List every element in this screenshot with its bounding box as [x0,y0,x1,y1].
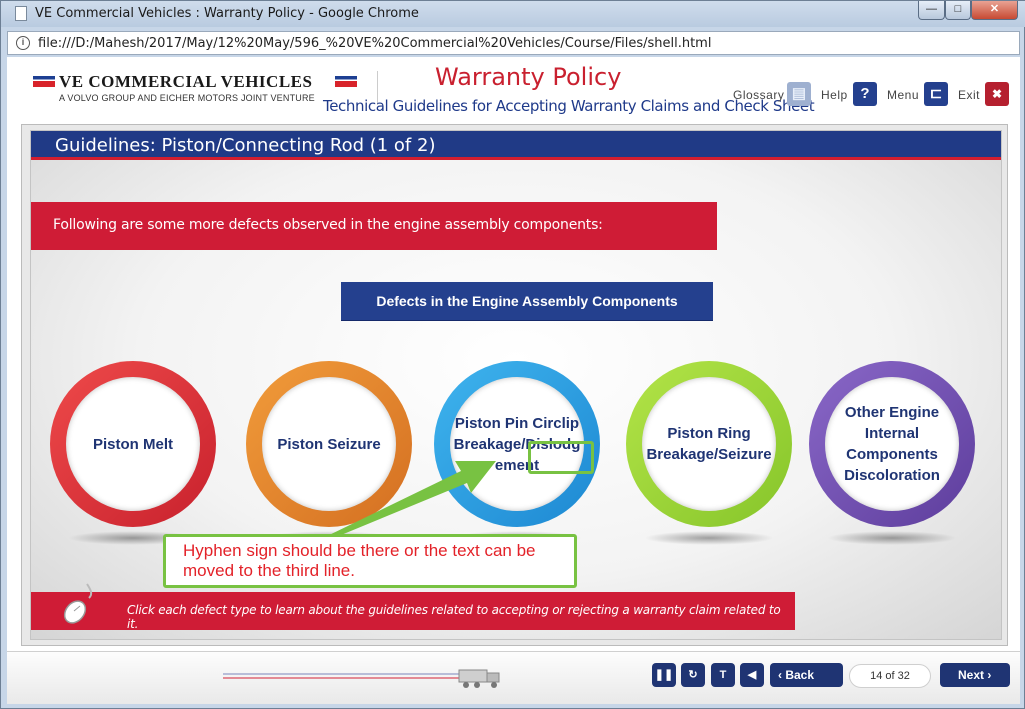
back-label: Back [785,668,815,682]
slide-stage: Guidelines: Piston/Connecting Rod (1 of … [30,130,1002,640]
minimize-button[interactable]: — [918,1,945,20]
next-button[interactable]: Next › [940,663,1010,687]
next-label: Next [958,668,985,682]
info-icon[interactable]: i [16,36,30,50]
section-heading-text: Defects in the Engine Assembly Component… [376,293,678,309]
brand-name: VE COMMERCIAL VEHICLES [59,72,313,91]
window-title: VE Commercial Vehicles : Warranty Policy… [35,6,419,21]
course-shell: VE COMMERCIAL VEHICLES A VOLVO GROUP AND… [7,57,1020,704]
truck-icon [458,669,500,688]
annotation-highlight [528,441,594,474]
help-icon[interactable]: ? [853,82,877,106]
section-heading: Defects in the Engine Assembly Component… [341,282,713,321]
help-label[interactable]: Help [821,88,848,102]
progress-line-accent [223,677,483,679]
logo-flag-left-icon [33,76,55,87]
browser-titlebar: VE Commercial Vehicles : Warranty Policy… [1,1,1025,27]
browser-window: VE Commercial Vehicles : Warranty Policy… [0,0,1025,709]
defect-circle-inner: Piston Melt [66,377,200,511]
exit-label[interactable]: Exit [958,88,980,102]
brand-tagline: A VOLVO GROUP AND EICHER MOTORS JOINT VE… [59,93,315,103]
defect-label: Piston Ring Breakage/Seizure [646,425,772,463]
company-logo: VE COMMERCIAL VEHICLES A VOLVO GROUP AND… [31,71,361,107]
defect-shadow [644,531,774,545]
course-title: Warranty Policy [435,63,622,91]
content-frame: Guidelines: Piston/Connecting Rod (1 of … [21,124,1008,646]
instruction-banner: Click each defect type to learn about th… [31,592,795,631]
close-window-button[interactable]: ✕ [971,1,1018,20]
defect-label: Other Engine Internal Components Discolo… [844,404,940,484]
slide-title: Guidelines: Piston/Connecting Rod (1 of … [55,135,436,156]
intro-banner: Following are some more defects observed… [31,202,717,250]
back-button[interactable]: ‹ Back [770,663,843,687]
defect-other-engine[interactable]: Other Engine Internal Components Discolo… [809,361,975,545]
defect-label: Piston Melt [92,435,173,453]
annotation-arrow-icon [321,461,496,540]
audio-button[interactable]: ◀ [740,663,764,687]
address-bar[interactable]: i file:///D:/Mahesh/2017/May/12%20May/59… [7,31,1020,55]
page-icon [15,6,27,21]
logo-flag-right-icon [335,76,357,87]
glossary-label[interactable]: Glossary [733,88,784,102]
course-header: VE COMMERCIAL VEHICLES A VOLVO GROUP AND… [7,57,1020,119]
address-url[interactable]: file:///D:/Mahesh/2017/May/12%20May/596_… [38,36,711,51]
defect-circle-inner: Piston Ring Breakage/Seizure [642,377,776,511]
chevron-right-icon: › [987,668,992,682]
defect-piston-ring[interactable]: Piston Ring Breakage/Seizure [626,361,792,545]
exit-icon[interactable]: ✖ [985,82,1009,106]
maximize-button[interactable]: □ [945,1,971,20]
menu-label[interactable]: Menu [887,88,919,102]
menu-icon[interactable]: ⊏ [924,82,948,106]
progress-line [223,673,483,675]
defect-piston-melt[interactable]: Piston Melt [50,361,216,545]
mouse-icon [63,583,93,624]
defect-shadow [827,531,957,545]
slide-title-bar: Guidelines: Piston/Connecting Rod (1 of … [31,131,1001,160]
page-indicator: 14 of 32 [849,664,931,688]
glossary-icon[interactable]: ▤ [787,82,811,106]
instruction-text: Click each defect type to learn about th… [127,603,781,631]
transcript-button[interactable]: T [711,663,735,687]
defect-circle-inner: Other Engine Internal Components Discolo… [825,377,959,511]
annotation-text: Hyphen sign should be there or the text … [183,541,536,580]
annotation-box: Hyphen sign should be there or the text … [163,534,577,588]
replay-button[interactable]: ↻ [681,663,705,687]
intro-text: Following are some more defects observed… [53,217,603,233]
pause-button[interactable]: ❚❚ [652,663,676,687]
course-footer: ❚❚ ↻ T ◀ ‹ Back 14 of 32 Next › [7,651,1020,704]
